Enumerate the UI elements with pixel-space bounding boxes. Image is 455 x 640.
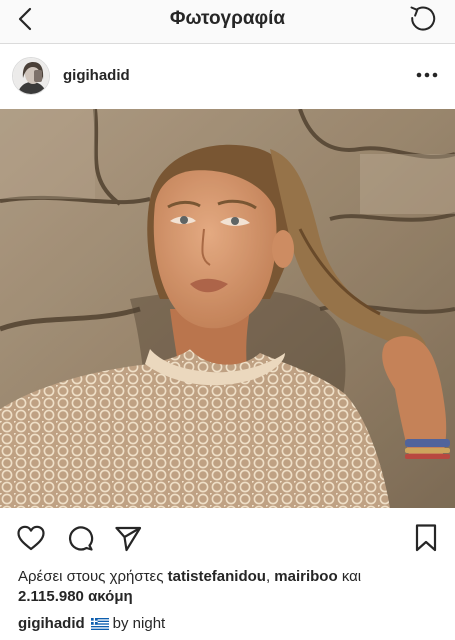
likes-separator: , — [265, 568, 271, 585]
refresh-icon — [410, 6, 436, 31]
like-button[interactable] — [15, 522, 47, 554]
likes-suffix[interactable]: ακόμη — [88, 588, 133, 605]
refresh-button[interactable] — [407, 2, 439, 34]
avatar[interactable] — [12, 57, 50, 95]
post-photo[interactable] — [0, 109, 455, 508]
post-caption: gigihadid by night — [18, 614, 438, 636]
paper-plane-icon — [115, 526, 142, 552]
back-button[interactable] — [10, 4, 40, 34]
page-title: Φωτογραφία — [169, 8, 286, 29]
likes-prefix: Αρέσει στους χρήστες — [18, 568, 164, 585]
comment-button[interactable] — [64, 522, 96, 554]
heart-icon — [17, 525, 45, 551]
likes-count[interactable]: 2.115.980 — [18, 588, 84, 605]
profile-picture — [13, 58, 49, 94]
caption-text: by night — [112, 615, 166, 632]
post-username[interactable]: gigihadid — [63, 67, 130, 84]
post-header: gigihadid — [0, 45, 455, 109]
more-options-button[interactable] — [413, 63, 441, 87]
bookmark-icon — [415, 524, 437, 552]
caption-username[interactable]: gigihadid — [18, 615, 85, 632]
top-nav-bar: Φωτογραφία — [0, 0, 455, 44]
comment-icon — [69, 526, 94, 551]
portrait-photo-image — [0, 109, 455, 508]
likes-summary: Αρέσει στους χρήστες tatistefanidou, mai… — [18, 567, 438, 607]
share-button[interactable] — [112, 522, 144, 554]
greece-flag-icon — [90, 616, 109, 636]
liker-username-2[interactable]: mairiboo — [274, 568, 337, 585]
ellipsis-icon — [416, 72, 438, 78]
chevron-left-icon — [18, 7, 32, 31]
post-action-bar — [0, 508, 455, 564]
liker-username-1[interactable]: tatistefanidou — [168, 568, 266, 585]
likes-conjunction: και — [341, 568, 362, 585]
save-button[interactable] — [410, 522, 442, 554]
